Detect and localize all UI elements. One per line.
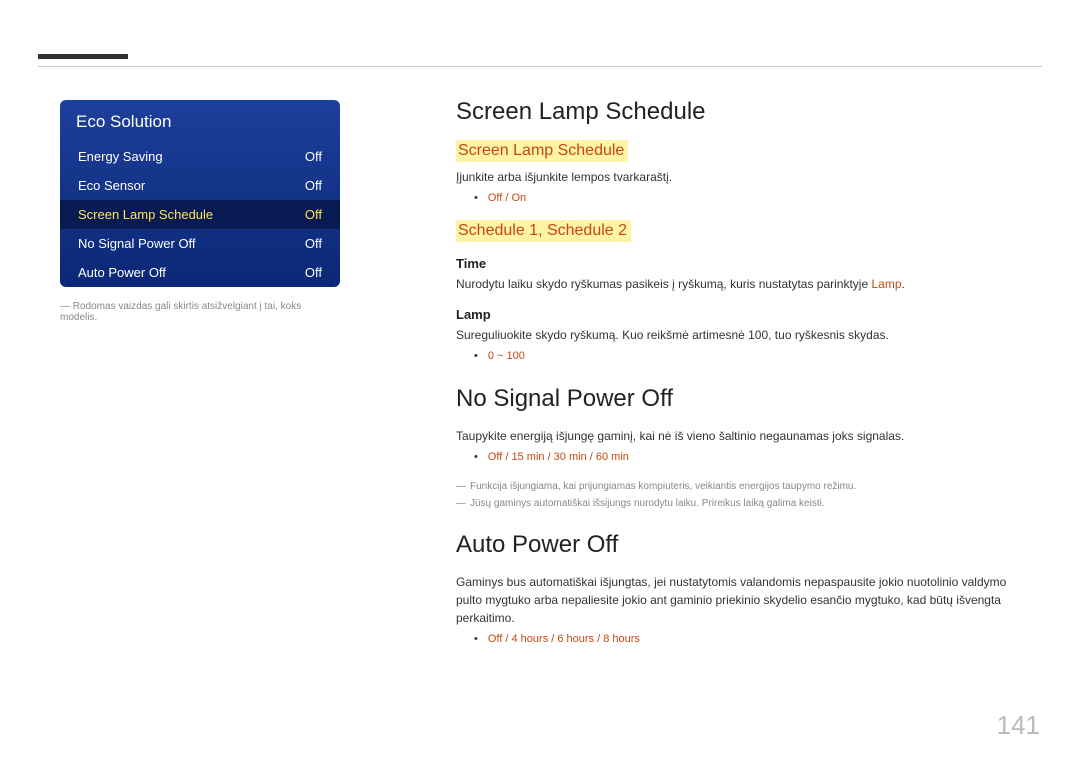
main-content: Screen Lamp Schedule Screen Lamp Schedul… — [456, 98, 1016, 668]
page-number: 141 — [997, 710, 1040, 741]
menu-item-value: Off — [305, 265, 322, 280]
subheading-schedule-1-2: Schedule 1, Schedule 2 — [456, 220, 631, 242]
menu-item-no-signal-power-off[interactable]: No Signal Power Off Off — [60, 229, 340, 258]
apo-options: Off / 4 hours / 6 hours / 8 hours — [474, 631, 1016, 649]
menu-item-value: Off — [305, 149, 322, 164]
menu-item-value: Off — [305, 178, 322, 193]
menu-item-label: Eco Sensor — [78, 178, 145, 193]
subheading-screen-lamp-schedule: Screen Lamp Schedule — [456, 140, 628, 162]
menu-item-energy-saving[interactable]: Energy Saving Off — [60, 142, 340, 171]
nspo-options-list: Off / 15 min / 30 min / 60 min — [474, 449, 1016, 467]
menu-item-label: Energy Saving — [78, 149, 163, 164]
apo-description: Gaminys bus automatiškai išjungtas, jei … — [456, 573, 1016, 627]
apo-options-list: Off / 4 hours / 6 hours / 8 hours — [474, 631, 1016, 649]
menu-item-label: No Signal Power Off — [78, 236, 196, 251]
menu-title: Eco Solution — [60, 100, 340, 142]
subheading-time: Time — [456, 256, 1016, 271]
sls-options: Off / On — [474, 190, 1016, 208]
menu-item-label: Screen Lamp Schedule — [78, 207, 213, 222]
header-divider — [38, 66, 1042, 67]
menu-item-eco-sensor[interactable]: Eco Sensor Off — [60, 171, 340, 200]
heading-auto-power-off: Auto Power Off — [456, 531, 1016, 559]
menu-item-auto-power-off[interactable]: Auto Power Off Off — [60, 258, 340, 287]
nspo-options: Off / 15 min / 30 min / 60 min — [474, 449, 1016, 467]
heading-no-signal-power-off: No Signal Power Off — [456, 385, 1016, 413]
lamp-range: 0 ~ 100 — [474, 348, 1016, 366]
menu-item-label: Auto Power Off — [78, 265, 166, 280]
nspo-note-1: Funkcija išjungiama, kai prijungiamas ko… — [456, 479, 1016, 494]
section-auto-power-off: Auto Power Off Gaminys bus automatiškai … — [456, 531, 1016, 649]
sidebar: Eco Solution Energy Saving Off Eco Senso… — [60, 100, 340, 323]
heading-screen-lamp-schedule: Screen Lamp Schedule — [456, 98, 1016, 126]
section-screen-lamp-schedule: Screen Lamp Schedule Screen Lamp Schedul… — [456, 98, 1016, 365]
header-marker — [38, 54, 128, 59]
section-no-signal-power-off: No Signal Power Off Taupykite energiją i… — [456, 385, 1016, 511]
sidebar-disclaimer: ― Rodomas vaizdas gali skirtis atsižvelg… — [60, 301, 340, 323]
eco-solution-menu: Eco Solution Energy Saving Off Eco Senso… — [60, 100, 340, 287]
time-description: Nurodytu laiku skydo ryškumas pasikeis į… — [456, 275, 1016, 293]
lamp-range-list: 0 ~ 100 — [474, 348, 1016, 366]
menu-item-screen-lamp-schedule[interactable]: Screen Lamp Schedule Off — [60, 200, 340, 229]
sls-description: Įjunkite arba išjunkite lempos tvarkaraš… — [456, 168, 1016, 186]
lamp-description: Sureguliuokite skydo ryškumą. Kuo reikšm… — [456, 326, 1016, 344]
subheading-lamp: Lamp — [456, 307, 1016, 322]
sls-options-list: Off / On — [474, 190, 1016, 208]
nspo-description: Taupykite energiją išjungę gaminį, kai n… — [456, 427, 1016, 445]
menu-item-value: Off — [305, 207, 322, 222]
nspo-note-2: Jūsų gaminys automatiškai išsijungs nuro… — [456, 496, 1016, 511]
menu-item-value: Off — [305, 236, 322, 251]
